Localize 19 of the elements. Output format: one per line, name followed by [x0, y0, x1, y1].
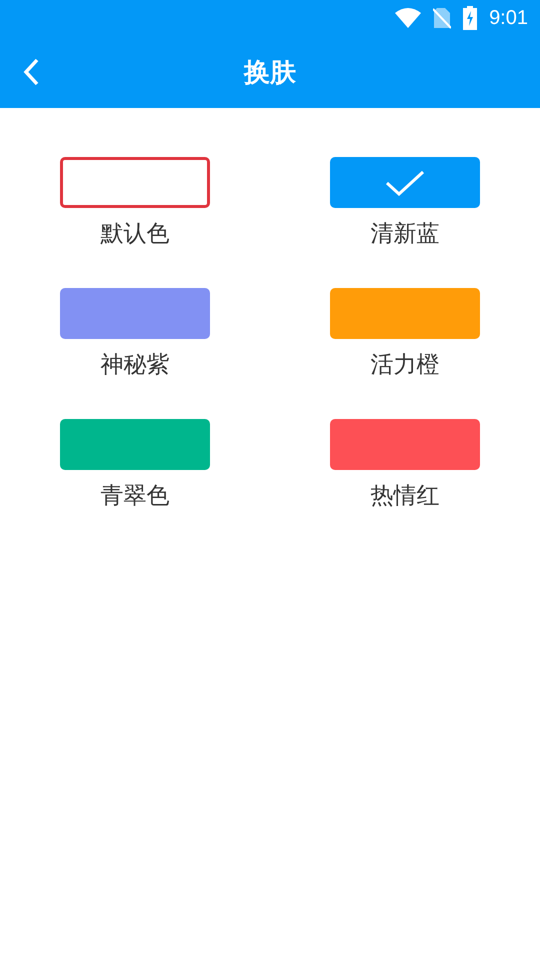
page-title: 换肤 [244, 56, 296, 90]
skin-swatch[interactable] [330, 288, 480, 339]
no-sim-icon [433, 7, 452, 29]
back-icon[interactable] [23, 58, 39, 86]
battery-charging-icon [463, 6, 478, 30]
skin-label: 清新蓝 [370, 220, 440, 249]
skin-swatch[interactable] [330, 157, 480, 208]
skin-label: 热情红 [370, 482, 440, 511]
skin-swatch[interactable] [60, 419, 210, 470]
skin-label: 神秘紫 [100, 351, 170, 380]
check-icon [385, 170, 425, 196]
status-time: 9:01 [489, 6, 528, 30]
skin-swatch[interactable] [330, 419, 480, 470]
skin-swatch[interactable] [60, 288, 210, 339]
wifi-icon [395, 8, 422, 28]
skin-label: 活力橙 [370, 351, 440, 380]
skin-label: 默认色 [100, 220, 170, 249]
skin-swatch[interactable] [60, 157, 210, 208]
skin-label: 青翠色 [100, 482, 170, 511]
